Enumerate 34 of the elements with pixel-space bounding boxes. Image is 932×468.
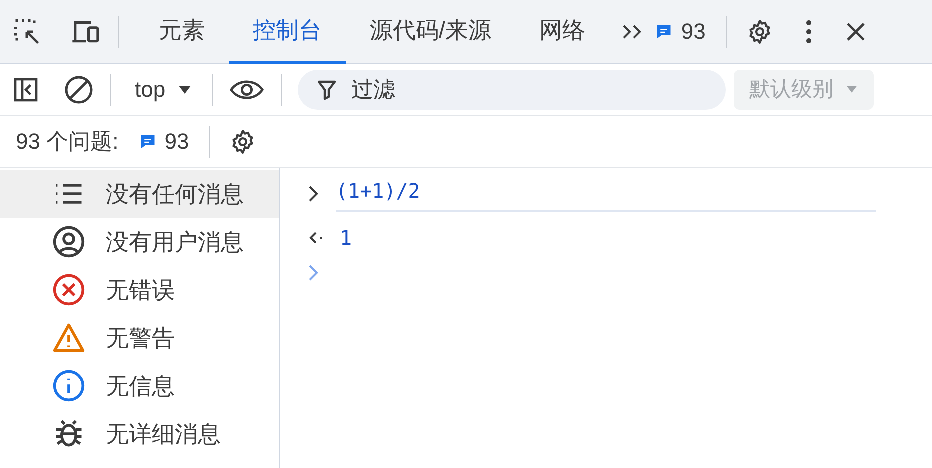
panel-tab[interactable]: 元素	[135, 0, 229, 64]
more-options-icon[interactable]	[804, 18, 813, 44]
error-icon	[52, 273, 86, 307]
sidebar-item[interactable]: 无警告	[0, 314, 279, 362]
dropdown-arrow-icon	[846, 85, 858, 94]
warning-icon	[52, 321, 86, 355]
panel-tab[interactable]: 网络	[515, 0, 610, 64]
console-result: 1	[340, 225, 352, 252]
dropdown-arrow-icon	[178, 84, 192, 94]
filter-icon	[318, 80, 336, 100]
issues-count[interactable]: 93	[164, 125, 190, 158]
panel-tab[interactable]: 源代码/来源	[346, 0, 516, 64]
input-chevron-icon	[308, 185, 320, 203]
info-icon	[52, 369, 86, 403]
message-icon[interactable]	[138, 132, 157, 150]
sidebar-item[interactable]: 无信息	[0, 362, 279, 410]
message-icon[interactable]	[655, 22, 674, 40]
settings-icon[interactable]	[746, 18, 773, 44]
filter-field[interactable]: 过滤	[298, 70, 726, 110]
close-icon[interactable]	[844, 20, 867, 42]
sidebar-item[interactable]: 无详细消息	[0, 410, 279, 458]
user-icon	[52, 225, 86, 259]
issues-settings-icon[interactable]	[230, 128, 256, 154]
issues-badge[interactable]: 93	[681, 15, 706, 48]
inspect-icon[interactable]	[12, 16, 42, 46]
result-arrow-icon	[308, 230, 324, 246]
sidebar-item[interactable]: 没有任何消息	[0, 170, 279, 218]
sidebar-toggle-icon[interactable]	[12, 76, 40, 104]
sidebar-item[interactable]: 没有用户消息	[0, 218, 279, 266]
sidebar-item[interactable]: 无错误	[0, 266, 279, 314]
issues-label: 93 个问题:	[16, 128, 119, 156]
context-dropdown[interactable]: top	[127, 73, 200, 106]
clear-icon[interactable]	[64, 74, 94, 104]
panel-tab[interactable]: 控制台	[229, 0, 346, 64]
